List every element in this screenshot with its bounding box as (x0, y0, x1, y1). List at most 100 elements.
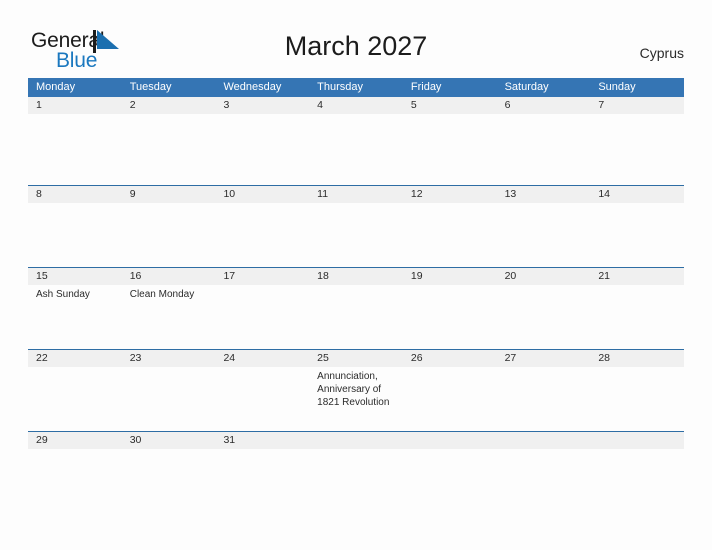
page-header: General Blue March 2027 Cyprus (0, 0, 712, 78)
calendar-grid: Monday Tuesday Wednesday Thursday Friday Satu… (28, 78, 684, 482)
week-days: 22 23 24 25 Annunciation, Anniversary of 182… (28, 350, 684, 410)
day-number: 30 (129, 434, 142, 446)
calendar-day-cell[interactable]: 11 (309, 186, 403, 203)
weekday-header-monday: Monday (36, 81, 76, 93)
week-days: 8 9 10 11 12 13 14 (28, 186, 684, 203)
day-events: Ash Sunday (36, 285, 118, 302)
calendar-day-cell[interactable]: 15 Ash Sunday (28, 268, 122, 302)
day-number: 23 (129, 352, 142, 364)
calendar-day-cell[interactable]: 31 (215, 432, 309, 449)
holiday-event: Ash Sunday (36, 289, 90, 300)
calendar-day-cell-empty (309, 432, 403, 449)
calendar-day-cell[interactable]: 19 (403, 268, 497, 302)
weekday-header-tuesday: Tuesday (129, 81, 172, 93)
calendar-day-cell[interactable]: 25 Annunciation, Anniversary of 1821 Revo… (309, 350, 403, 410)
day-number: 4 (317, 99, 323, 111)
calendar-day-cell[interactable]: 20 (497, 268, 591, 302)
week-days: 15 Ash Sunday 16 Clean Monday 17 18 19 20 21 (28, 268, 684, 302)
calendar-day-cell[interactable]: 16 Clean Monday (122, 268, 216, 302)
week-days: 1 2 3 4 5 6 7 (28, 97, 684, 114)
week-body: 8 9 10 11 12 13 14 (28, 186, 684, 267)
day-number: 26 (410, 352, 423, 364)
weekday-header-wednesday: Wednesday (223, 81, 282, 93)
calendar-day-cell[interactable]: 24 (215, 350, 309, 410)
day-number: 6 (504, 99, 511, 111)
day-number: 12 (410, 188, 423, 200)
day-number: 9 (129, 188, 136, 200)
day-number: 10 (223, 188, 236, 200)
day-number: 28 (598, 352, 610, 364)
calendar-day-cell[interactable]: 21 (590, 268, 684, 302)
day-number: 27 (504, 352, 517, 364)
calendar-day-cell[interactable]: 17 (215, 268, 309, 302)
calendar-day-cell[interactable]: 29 (28, 432, 122, 449)
week-days: 29 30 31 (28, 432, 684, 449)
calendar-day-cell[interactable]: 18 (309, 268, 403, 302)
day-number: 22 (36, 352, 48, 364)
calendar-day-cell[interactable]: 6 (497, 97, 591, 114)
calendar-day-cell[interactable]: 28 (590, 350, 684, 410)
day-number: 3 (223, 99, 230, 111)
week-body: 15 Ash Sunday 16 Clean Monday 17 18 19 20 21 (28, 268, 684, 349)
calendar-day-cell[interactable]: 2 (122, 97, 216, 114)
day-number: 8 (36, 188, 42, 200)
weekday-header-row: Monday Tuesday Wednesday Thursday Friday Satu… (28, 78, 684, 97)
day-number: 2 (129, 99, 136, 111)
day-number: 17 (223, 270, 236, 282)
calendar-day-cell[interactable]: 8 (28, 186, 122, 203)
weekday-header-saturday: Saturday (504, 81, 549, 93)
calendar-day-cell[interactable]: 10 (215, 186, 309, 203)
holiday-event: Annunciation, Anniversary of 1821 Revolu… (317, 371, 390, 408)
calendar-day-cell-empty (403, 432, 497, 449)
day-number: 31 (223, 434, 236, 446)
calendar-day-cell[interactable]: 4 (309, 97, 403, 114)
calendar-week-row: 8 9 10 11 12 13 14 (28, 185, 684, 267)
calendar-day-cell[interactable]: 14 (590, 186, 684, 203)
calendar-day-cell[interactable]: 5 (403, 97, 497, 114)
calendar-day-cell[interactable]: 9 (122, 186, 216, 203)
calendar-day-cell[interactable]: 27 (497, 350, 591, 410)
holiday-event: Clean Monday (129, 289, 195, 300)
calendar-day-cell[interactable]: 22 (28, 350, 122, 410)
day-number: 20 (504, 270, 517, 282)
calendar-day-cell[interactable]: 13 (497, 186, 591, 203)
week-body: 29 30 31 (28, 432, 684, 482)
calendar-day-cell-empty (497, 432, 591, 449)
day-number: 5 (410, 99, 417, 111)
day-number: 16 (129, 270, 142, 282)
calendar-day-cell[interactable]: 7 (590, 97, 684, 114)
day-number: 1 (36, 99, 42, 111)
day-number: 29 (36, 434, 48, 446)
weekday-header-sunday: Sunday (598, 81, 636, 93)
region-label: Cyprus (639, 45, 684, 61)
week-body: 22 23 24 25 Annunciation, Anniversary of 182… (28, 350, 684, 431)
day-number (505, 432, 587, 449)
weekday-header-friday: Friday (410, 81, 442, 93)
day-number (598, 432, 680, 449)
calendar-day-cell[interactable]: 12 (403, 186, 497, 203)
day-number (317, 432, 399, 449)
day-number: 21 (598, 270, 610, 282)
calendar-week-row: 15 Ash Sunday 16 Clean Monday 17 18 19 20 21 (28, 267, 684, 349)
day-number: 11 (317, 188, 329, 200)
day-number: 14 (598, 188, 610, 200)
day-number: 24 (223, 352, 236, 364)
calendar-page: General Blue March 2027 Cyprus Monday Tue… (0, 0, 712, 550)
day-number: 7 (598, 99, 605, 111)
calendar-day-cell[interactable]: 1 (28, 97, 122, 114)
day-events: Clean Monday (130, 285, 212, 302)
week-body: 1 2 3 4 5 6 7 (28, 97, 684, 185)
calendar-day-cell-empty (590, 432, 684, 449)
calendar-day-cell[interactable]: 26 (403, 350, 497, 410)
calendar-day-cell[interactable]: 23 (122, 350, 216, 410)
calendar-week-row: 1 2 3 4 5 6 7 (28, 97, 684, 185)
day-number: 19 (410, 270, 423, 282)
calendar-weeks: 1 2 3 4 5 6 7 8 9 10 11 12 13 14 15 Ash Sunday 16 Clean M… (28, 97, 684, 482)
day-events: Annunciation, Anniversary of 1821 Revolu… (317, 367, 399, 410)
day-number: 25 (317, 352, 329, 364)
calendar-day-cell[interactable]: 30 (122, 432, 216, 449)
calendar-day-cell[interactable]: 3 (215, 97, 309, 114)
day-number (411, 432, 493, 449)
calendar-week-row: 22 23 24 25 Annunciation, Anniversary of 182… (28, 349, 684, 431)
day-number: 18 (317, 270, 329, 282)
